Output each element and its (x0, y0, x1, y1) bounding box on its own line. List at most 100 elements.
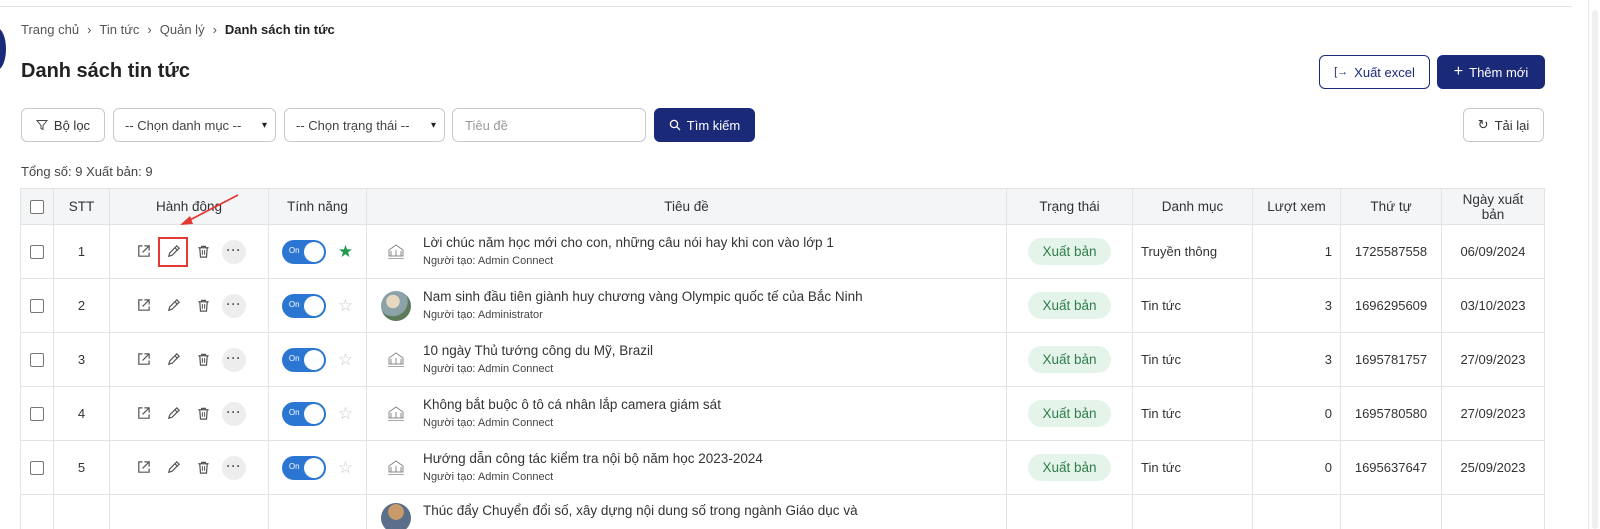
publish-toggle[interactable]: On (281, 239, 326, 264)
open-external-icon[interactable] (132, 241, 154, 263)
row-checkbox[interactable] (30, 353, 44, 368)
open-external-icon[interactable] (132, 349, 154, 371)
toggle-label: On (288, 245, 300, 255)
search-button[interactable]: Tìm kiếm (654, 108, 755, 142)
trash-icon[interactable] (192, 241, 214, 263)
row-title-cell: Nam sinh đầu tiên giành huy chương vàng … (366, 278, 1007, 333)
plus-icon: + (1453, 63, 1464, 80)
publish-toggle[interactable]: On (281, 293, 326, 318)
publish-toggle[interactable]: On (281, 347, 326, 372)
star-outline-icon[interactable]: ☆ (338, 405, 353, 422)
row-title-cell: 10 ngày Thủ tướng công du Mỹ, Brazil Ngườ… (366, 332, 1007, 387)
row-stt: 4 (53, 386, 110, 441)
edit-icon[interactable] (162, 403, 184, 425)
row-select-cell (20, 386, 54, 441)
published-count: 9 (145, 164, 153, 179)
more-options-icon[interactable]: ··· (222, 455, 246, 480)
news-title-link[interactable]: Thúc đẩy Chuyển đổi số, xây dựng nội dun… (423, 503, 858, 520)
open-external-icon[interactable] (132, 457, 154, 479)
row-title-cell: Hướng dẫn công tác kiểm tra nội bộ năm h… (366, 440, 1007, 495)
publish-toggle[interactable]: On (281, 455, 326, 480)
news-author: Người tạo: Admin Connect (423, 254, 554, 267)
row-checkbox[interactable] (30, 299, 44, 314)
trash-icon[interactable] (192, 457, 214, 479)
breadcrumb: Trang chủ › Tin tức › Quản lý › Danh sác… (21, 22, 335, 37)
breadcrumb-home[interactable]: Trang chủ (21, 22, 79, 37)
news-title-link[interactable]: Lời chúc năm học mới cho con, những câu … (423, 235, 834, 252)
publish-toggle[interactable]: On (281, 401, 326, 426)
toggle-knob (303, 403, 324, 424)
star-outline-icon[interactable]: ☆ (338, 351, 353, 368)
toggle-knob (303, 349, 324, 370)
category-select-value: -- Chọn danh mục -- (125, 117, 242, 133)
total-label: Tổng số: (21, 164, 72, 179)
published-label: Xuất bản: (86, 164, 142, 179)
row-checkbox[interactable] (30, 461, 44, 476)
table-row: 3 ··· On ☆ 10 ngày Thủ tướng công du Mỹ, Bra… (20, 332, 1545, 387)
scrollbar-thumb[interactable] (1592, 10, 1598, 529)
star-filled-icon[interactable]: ★ (338, 243, 353, 260)
sidebar-collapse-handle[interactable] (0, 28, 6, 70)
toggle-label: On (288, 299, 300, 309)
row-actions: ··· (109, 332, 269, 387)
more-options-icon[interactable]: ··· (222, 347, 246, 372)
col-features: Tính năng (268, 188, 367, 225)
row-checkbox[interactable] (30, 407, 44, 422)
news-title-link[interactable]: 10 ngày Thủ tướng công du Mỹ, Brazil (423, 343, 653, 360)
table-header-row: STT Hành động Tính năng Tiêu đề Trạng th… (20, 188, 1545, 225)
row-features: On ☆ (268, 440, 367, 495)
scrollbar[interactable] (1588, 0, 1600, 529)
filter-button[interactable]: Bộ lọc (21, 108, 105, 142)
open-external-icon[interactable] (132, 295, 154, 317)
refresh-icon: ↻ (1477, 117, 1489, 132)
more-options-icon[interactable]: ··· (222, 239, 246, 264)
row-category: Truyền thông (1132, 224, 1253, 279)
toggle-label: On (288, 353, 300, 363)
news-author: Người tạo: Admin Connect (423, 362, 554, 375)
row-views: 3 (1252, 332, 1341, 387)
status-badge: Xuất bản (1028, 400, 1111, 427)
edit-icon[interactable] (162, 295, 184, 317)
export-excel-button[interactable]: [→ Xuất excel (1319, 55, 1430, 89)
row-stt: 2 (53, 278, 110, 333)
row-order: 1695637647 (1340, 440, 1442, 495)
row-features: On ☆ (268, 386, 367, 441)
reload-button[interactable]: ↻ Tải lại (1463, 108, 1544, 142)
col-views: Lượt xem (1252, 188, 1341, 225)
table-row: 1 ··· On ★ Lời chúc năm học mới cho con, nhữ… (20, 224, 1545, 279)
breadcrumb-manage[interactable]: Quản lý (160, 22, 205, 37)
table-row: 5 ··· On ☆ Hướng dẫn công tác kiểm tra nội b… (20, 440, 1545, 495)
news-title-link[interactable]: Hướng dẫn công tác kiểm tra nội bộ năm h… (423, 451, 763, 468)
more-options-icon[interactable]: ··· (222, 401, 246, 426)
title-search-input[interactable]: Tiêu đề (452, 108, 646, 142)
row-features: On ★ (268, 224, 367, 279)
row-checkbox[interactable] (30, 245, 44, 260)
edit-icon[interactable] (158, 236, 188, 267)
add-new-button[interactable]: + Thêm mới (1437, 55, 1545, 89)
status-select[interactable]: -- Chọn trạng thái -- ▾ (284, 108, 445, 142)
trash-icon[interactable] (192, 349, 214, 371)
trash-icon[interactable] (192, 295, 214, 317)
more-options-icon[interactable]: ··· (222, 293, 246, 318)
edit-icon[interactable] (162, 457, 184, 479)
row-views (1252, 494, 1341, 529)
row-category (1132, 494, 1253, 529)
open-external-icon[interactable] (132, 403, 154, 425)
toggle-knob (303, 457, 324, 478)
news-author: Người tạo: Administrator (423, 308, 543, 321)
news-title-link[interactable]: Không bắt buộc ô tô cá nhân lắp camera g… (423, 397, 721, 414)
news-thumbnail (381, 344, 411, 375)
news-title-link[interactable]: Nam sinh đầu tiên giành huy chương vàng … (423, 289, 863, 306)
breadcrumb-news[interactable]: Tin tức (99, 22, 139, 37)
edit-icon[interactable] (162, 349, 184, 371)
star-outline-icon[interactable]: ☆ (338, 297, 353, 314)
star-outline-icon[interactable]: ☆ (338, 459, 353, 476)
category-select[interactable]: -- Chọn danh mục -- ▾ (113, 108, 276, 142)
trash-icon[interactable] (192, 403, 214, 425)
col-category: Danh mục (1132, 188, 1253, 225)
chevron-down-icon: ▾ (430, 119, 436, 131)
row-status (1006, 494, 1133, 529)
select-all-checkbox[interactable] (30, 200, 44, 215)
row-status: Xuất bản (1006, 332, 1133, 387)
row-select-cell (20, 332, 54, 387)
